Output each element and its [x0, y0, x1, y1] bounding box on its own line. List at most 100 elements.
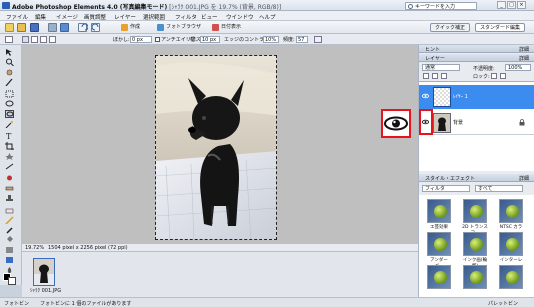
red-eye-tool-icon[interactable] — [5, 174, 14, 182]
menu-file[interactable]: ファイル — [6, 13, 28, 21]
pencil-tool-icon[interactable] — [5, 216, 14, 225]
antialias-checkbox[interactable] — [155, 37, 160, 42]
intersect-selection-icon[interactable] — [49, 36, 56, 43]
blend-mode-select[interactable]: 通常 — [422, 64, 460, 71]
style-swatch[interactable] — [463, 199, 487, 223]
styles-category-select[interactable]: フィルタ — [422, 185, 470, 192]
width-field[interactable]: 10 px — [200, 36, 220, 43]
style-swatch[interactable] — [499, 265, 523, 289]
standard-edit-button[interactable]: スタンダード編集 — [475, 23, 526, 32]
width-label: 幅: — [190, 37, 197, 43]
eraser-tool-icon[interactable] — [5, 206, 14, 214]
close-button[interactable]: × — [517, 1, 526, 9]
lock-transparency-icon[interactable] — [491, 73, 497, 79]
edge-contrast-field[interactable]: 10% — [263, 36, 279, 43]
paint-bucket-tool-icon[interactable] — [5, 236, 14, 244]
menu-help[interactable]: ヘルプ — [259, 13, 276, 21]
minimize-button[interactable]: _ — [497, 1, 506, 9]
layer-visibility-eye-icon[interactable] — [422, 93, 429, 99]
style-swatch[interactable] — [427, 199, 451, 223]
crop-tool-icon[interactable] — [5, 142, 14, 151]
styles-filter-select[interactable]: すべて — [475, 185, 523, 192]
lasso-tool-preset-icon[interactable] — [5, 36, 13, 43]
layer-name[interactable]: 背景 — [453, 119, 463, 126]
open-folder-icon[interactable] — [17, 23, 26, 32]
move-tool-icon[interactable] — [5, 48, 14, 56]
palette-bin-toggle[interactable]: パレットビン — [488, 300, 518, 307]
gradient-tool-icon[interactable] — [5, 246, 14, 254]
undo-icon[interactable] — [78, 23, 89, 32]
shape-tool-icon[interactable] — [5, 256, 14, 264]
style-swatch[interactable] — [499, 199, 523, 223]
print-icon[interactable] — [48, 23, 57, 32]
delete-layer-icon[interactable] — [441, 73, 447, 79]
photo-bin-thumbnail[interactable] — [33, 258, 55, 286]
eyedropper-tool-icon[interactable] — [5, 78, 14, 87]
svg-text:T: T — [6, 132, 12, 140]
save-icon[interactable] — [30, 23, 39, 32]
styles-panel-header[interactable]: スタイル・エフェクト 詳細 — [419, 174, 534, 182]
clone-stamp-tool-icon[interactable] — [5, 194, 14, 202]
marquee-tool-icon[interactable] — [5, 90, 14, 98]
layers-title: レイヤー — [425, 56, 445, 62]
new-layer-icon[interactable] — [423, 73, 429, 79]
adjustment-layer-icon[interactable] — [432, 73, 438, 79]
add-selection-icon[interactable] — [31, 36, 38, 43]
zoom-tool-icon[interactable] — [5, 58, 14, 67]
hints-panel-header[interactable]: ヒント 詳細 — [419, 45, 534, 53]
feather-field[interactable]: 0 px — [130, 36, 152, 43]
layers-more-button[interactable]: 詳細 — [519, 55, 529, 62]
quick-fix-button[interactable]: クイック補正 — [430, 23, 471, 32]
subtract-selection-icon[interactable] — [40, 36, 47, 43]
layer-row-1[interactable]: ﾚｲﾔｰ 1 — [419, 85, 534, 109]
new-file-icon[interactable] — [5, 23, 14, 32]
magic-wand-tool-icon[interactable] — [5, 120, 14, 129]
layers-panel-header[interactable]: レイヤー 詳細 — [419, 54, 534, 62]
opacity-field[interactable]: 100% — [505, 64, 531, 71]
tablet-pressure-icon[interactable] — [314, 36, 322, 43]
create-button[interactable]: 作成 — [121, 23, 140, 32]
menu-enhance[interactable]: 画質調整 — [84, 13, 106, 21]
style-swatch[interactable] — [463, 232, 487, 256]
layer-row-background[interactable]: 背景 — [419, 111, 534, 135]
magnetic-lasso-tool-icon[interactable] — [5, 110, 14, 118]
brush-tool-icon[interactable] — [5, 226, 14, 234]
date-view-button[interactable]: 日付表示 — [212, 23, 241, 32]
menu-filter[interactable]: フィルタ — [175, 13, 197, 21]
menu-select[interactable]: 選択範囲 — [143, 13, 165, 21]
cookie-cutter-tool-icon[interactable] — [5, 152, 14, 160]
lock-all-icon[interactable] — [500, 73, 506, 79]
menu-view[interactable]: ビュー — [201, 13, 218, 21]
photo-browser-button[interactable]: フォトブラウザ — [157, 23, 201, 32]
opacity-label: 不透明度: — [473, 66, 495, 72]
frequency-field[interactable]: 57 — [296, 36, 308, 43]
styles-more-button[interactable]: 詳細 — [519, 175, 529, 182]
document-image[interactable] — [155, 55, 277, 240]
layer-name[interactable]: ﾚｲﾔｰ 1 — [453, 93, 468, 100]
type-tool-icon[interactable]: T — [5, 132, 14, 141]
app-title: Adobe Photoshop Elements 4.0 (写真編集モード) — [12, 4, 168, 11]
style-swatch[interactable] — [427, 232, 451, 256]
style-swatch[interactable] — [463, 265, 487, 289]
new-selection-icon[interactable] — [22, 36, 29, 43]
menu-layer[interactable]: レイヤー — [114, 13, 136, 21]
lasso-tool-icon[interactable] — [5, 100, 14, 108]
search-input[interactable]: キーワードを入力 — [405, 2, 477, 10]
hand-tool-icon[interactable] — [5, 68, 14, 76]
menu-image[interactable]: イメージ — [56, 13, 78, 21]
photo-bin-toggle[interactable]: フォトビン — [4, 300, 29, 307]
app-icon — [2, 2, 10, 9]
background-color-swatch[interactable] — [8, 277, 16, 285]
hints-more-button[interactable]: 詳細 — [519, 46, 529, 53]
straighten-tool-icon[interactable] — [5, 162, 14, 170]
style-swatch[interactable] — [427, 265, 451, 289]
style-swatch[interactable] — [499, 232, 523, 256]
menu-edit[interactable]: 編集 — [35, 13, 46, 21]
healing-brush-tool-icon[interactable] — [5, 184, 14, 192]
maximize-button[interactable]: □ — [507, 1, 516, 9]
menu-window[interactable]: ウインドウ — [226, 13, 254, 21]
bottom-bar: フォトビン フォトビンに 1 個のファイルがあります パレットビン — [0, 297, 534, 307]
redo-icon[interactable] — [91, 23, 100, 32]
create-icon — [121, 24, 128, 31]
email-icon[interactable] — [60, 23, 69, 32]
